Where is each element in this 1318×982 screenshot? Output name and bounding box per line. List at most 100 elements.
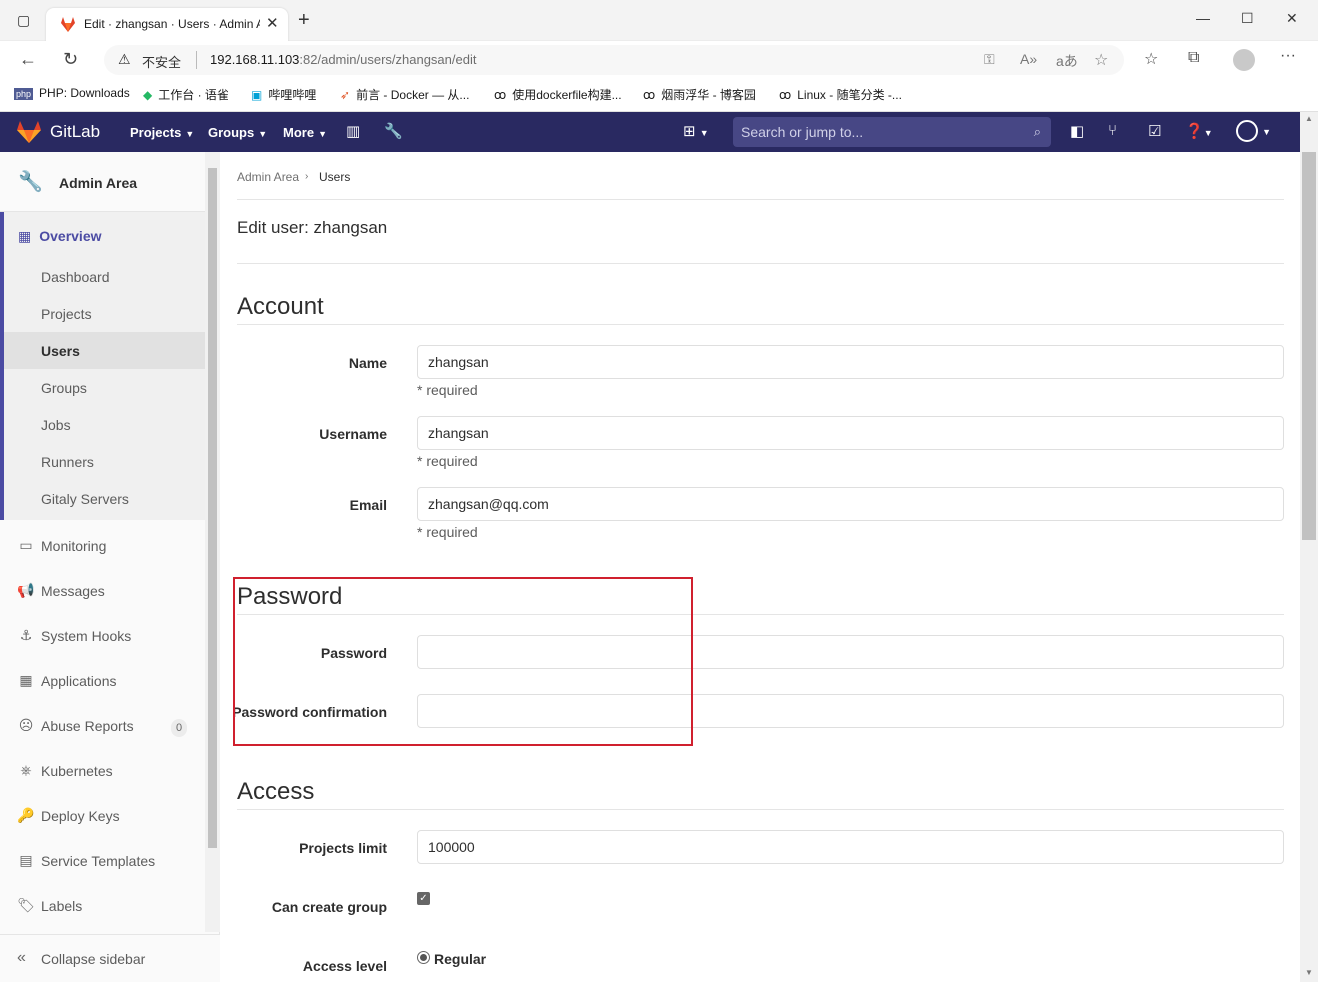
- help-icon[interactable]: ❓▼: [1185, 122, 1213, 140]
- sidebar-header[interactable]: 🔧 Admin Area: [0, 152, 205, 212]
- user-avatar-icon[interactable]: ▼: [1236, 120, 1271, 142]
- close-window-icon[interactable]: ✕: [1286, 10, 1298, 27]
- scroll-down-icon[interactable]: ▼: [1305, 968, 1313, 977]
- username-field[interactable]: [417, 416, 1284, 450]
- required-hint: * required: [417, 453, 478, 469]
- sidebar-title: Admin Area: [59, 175, 138, 191]
- active-item-highlight: [4, 332, 205, 369]
- abuse-icon: ☹: [18, 717, 34, 733]
- tab-actions-icon[interactable]: ▢: [17, 12, 30, 29]
- new-item-icon[interactable]: ⊞ ▼: [683, 122, 709, 140]
- sidebar-item-runners[interactable]: Runners: [41, 454, 94, 470]
- sidebar-item-kubernetes[interactable]: ⎈ Kubernetes: [0, 750, 205, 795]
- sidebar-item-deploy-keys[interactable]: 🔑 Deploy Keys: [0, 795, 205, 840]
- breadcrumb-users[interactable]: Users: [319, 170, 350, 184]
- breadcrumb-admin-area[interactable]: Admin Area: [237, 170, 299, 184]
- bookmark-item[interactable]: ꝏ 使用dockerfile构建...: [494, 86, 622, 103]
- maximize-icon[interactable]: ☐: [1241, 10, 1254, 27]
- sidebar-item-monitoring[interactable]: ▭ Monitoring: [0, 525, 205, 570]
- projects-limit-label: Projects limit: [299, 840, 387, 856]
- sidebar-scrollbar-thumb[interactable]: [208, 168, 217, 848]
- favorites-icon[interactable]: ☆: [1144, 49, 1158, 69]
- account-heading: Account: [237, 293, 324, 320]
- search-input[interactable]: Search or jump to... ⌕: [733, 117, 1051, 147]
- sidebar-item-overview[interactable]: ▦ Overview: [18, 228, 102, 245]
- sidebar-item-users[interactable]: Users: [41, 343, 80, 359]
- sidebar-item-jobs[interactable]: Jobs: [41, 417, 71, 433]
- gitlab-brand[interactable]: GitLab: [50, 122, 100, 142]
- sidebar-item-gitaly-servers[interactable]: Gitaly Servers: [41, 491, 129, 507]
- admin-wrench-icon[interactable]: 🔧: [384, 122, 403, 140]
- bookmark-item[interactable]: ▣ 哔哩哔哩: [251, 86, 316, 103]
- merge-requests-icon[interactable]: ⑂: [1108, 122, 1117, 139]
- bullhorn-icon: 📢: [17, 582, 35, 598]
- bookmark-item[interactable]: ◆ 工作台 · 语雀: [143, 86, 229, 103]
- sidebar-item-abuse-reports[interactable]: ☹ Abuse Reports 0: [0, 705, 205, 750]
- email-label: Email: [349, 497, 387, 513]
- key-icon[interactable]: ⚿: [984, 51, 995, 68]
- bookmark-item[interactable]: ➶ 前言 - Docker — 从...: [340, 86, 469, 103]
- scroll-up-icon[interactable]: ▲: [1305, 114, 1313, 123]
- back-icon[interactable]: ←: [19, 49, 37, 70]
- sidebar-overview-section: ▦ Overview Dashboard Projects Users Group…: [0, 212, 205, 520]
- scrollbar-thumb[interactable]: [1302, 152, 1316, 540]
- profile-avatar[interactable]: [1233, 49, 1255, 71]
- sidebar-item-groups[interactable]: Groups: [41, 380, 87, 396]
- grid-icon: ▦: [18, 228, 32, 244]
- new-tab-icon[interactable]: +: [298, 9, 310, 32]
- sidebar-item-applications[interactable]: ▦ Applications: [0, 660, 205, 705]
- bookmarks-bar: php PHP: Downloads ◆ 工作台 · 语雀 ▣ 哔哩哔哩 ➶ 前言 - …: [0, 79, 1318, 112]
- nav-groups-menu[interactable]: Groups ▼: [208, 125, 267, 140]
- close-tab-icon[interactable]: ✕: [266, 14, 279, 32]
- more-menu-icon[interactable]: ···: [1280, 47, 1296, 65]
- bookmark-item[interactable]: ꝏ Linux - 随笔分类 -...: [779, 86, 902, 103]
- sidebar-item-messages[interactable]: 📢 Messages: [0, 570, 205, 615]
- browser-tab[interactable]: Edit · zhangsan · Users · Admin Area ✕: [46, 8, 288, 41]
- nav-more-menu[interactable]: More ▼: [283, 125, 327, 140]
- can-create-group-checkbox[interactable]: ✓: [417, 892, 430, 905]
- username-label: Username: [319, 426, 387, 442]
- collapse-sidebar-button[interactable]: « Collapse sidebar: [0, 934, 220, 982]
- bookmark-item[interactable]: php PHP: Downloads: [14, 86, 130, 100]
- sidebar-item-system-hooks[interactable]: ⚓ System Hooks: [0, 615, 205, 660]
- activity-chart-icon[interactable]: ▥: [346, 122, 360, 140]
- sidebar-item-dashboard[interactable]: Dashboard: [41, 269, 110, 285]
- access-level-regular-radio[interactable]: [417, 951, 430, 964]
- admin-sidebar: 🔧 Admin Area ▦ Overview Dashboard Project…: [0, 152, 220, 982]
- php-icon: php: [14, 88, 34, 100]
- nav-projects-menu[interactable]: Projects ▼: [130, 125, 194, 140]
- gitlab-favicon-icon: [61, 17, 75, 32]
- page-title: Edit user: zhangsan: [237, 218, 388, 237]
- sidebar-item-labels[interactable]: 🏷 Labels: [0, 885, 205, 930]
- anchor-icon: ⚓: [19, 627, 33, 643]
- cnblogs-icon: ꝏ: [779, 88, 792, 102]
- collections-icon[interactable]: ⧉: [1188, 49, 1199, 67]
- translate-icon[interactable]: aあ: [1056, 51, 1078, 71]
- warning-icon: ⚠: [118, 51, 131, 67]
- minimize-icon[interactable]: —: [1196, 10, 1210, 26]
- page-scrollbar[interactable]: ▲ ▼: [1300, 112, 1318, 982]
- todos-icon[interactable]: ☑: [1148, 122, 1161, 140]
- highlight-annotation-box: [233, 577, 693, 746]
- double-chevron-left-icon: «: [17, 949, 26, 966]
- abuse-count-badge: 0: [171, 719, 187, 737]
- sidebar-scrollbar[interactable]: [205, 152, 220, 932]
- url-text: 192.168.11.103:82/admin/users/zhangsan/e…: [210, 52, 476, 67]
- gitlab-logo-icon[interactable]: [16, 121, 42, 143]
- gitlab-navbar: GitLab Projects ▼ Groups ▼ More ▼ ▥ 🔧 ⊞ ▼ S…: [0, 112, 1300, 152]
- access-level-regular-label[interactable]: Regular: [434, 951, 486, 967]
- divider: [237, 809, 1284, 810]
- sidebar-item-service-templates[interactable]: ▤ Service Templates: [0, 840, 205, 885]
- name-field[interactable]: [417, 345, 1284, 379]
- yuque-icon: ◆: [143, 88, 153, 102]
- wrench-icon: 🔧: [18, 171, 43, 193]
- read-aloud-icon[interactable]: A»: [1020, 51, 1037, 67]
- email-field[interactable]: [417, 487, 1284, 521]
- bookmark-item[interactable]: ꝏ 烟雨浮华 - 博客园: [643, 86, 756, 103]
- sidebar-item-projects[interactable]: Projects: [41, 306, 92, 322]
- reload-icon[interactable]: ↻: [63, 49, 78, 70]
- url-field[interactable]: ⚠ 不安全 192.168.11.103:82/admin/users/zhan…: [104, 45, 1124, 75]
- projects-limit-field[interactable]: [417, 830, 1284, 864]
- issues-icon[interactable]: ◧: [1070, 122, 1084, 140]
- favorite-add-icon[interactable]: ☆: [1094, 50, 1108, 70]
